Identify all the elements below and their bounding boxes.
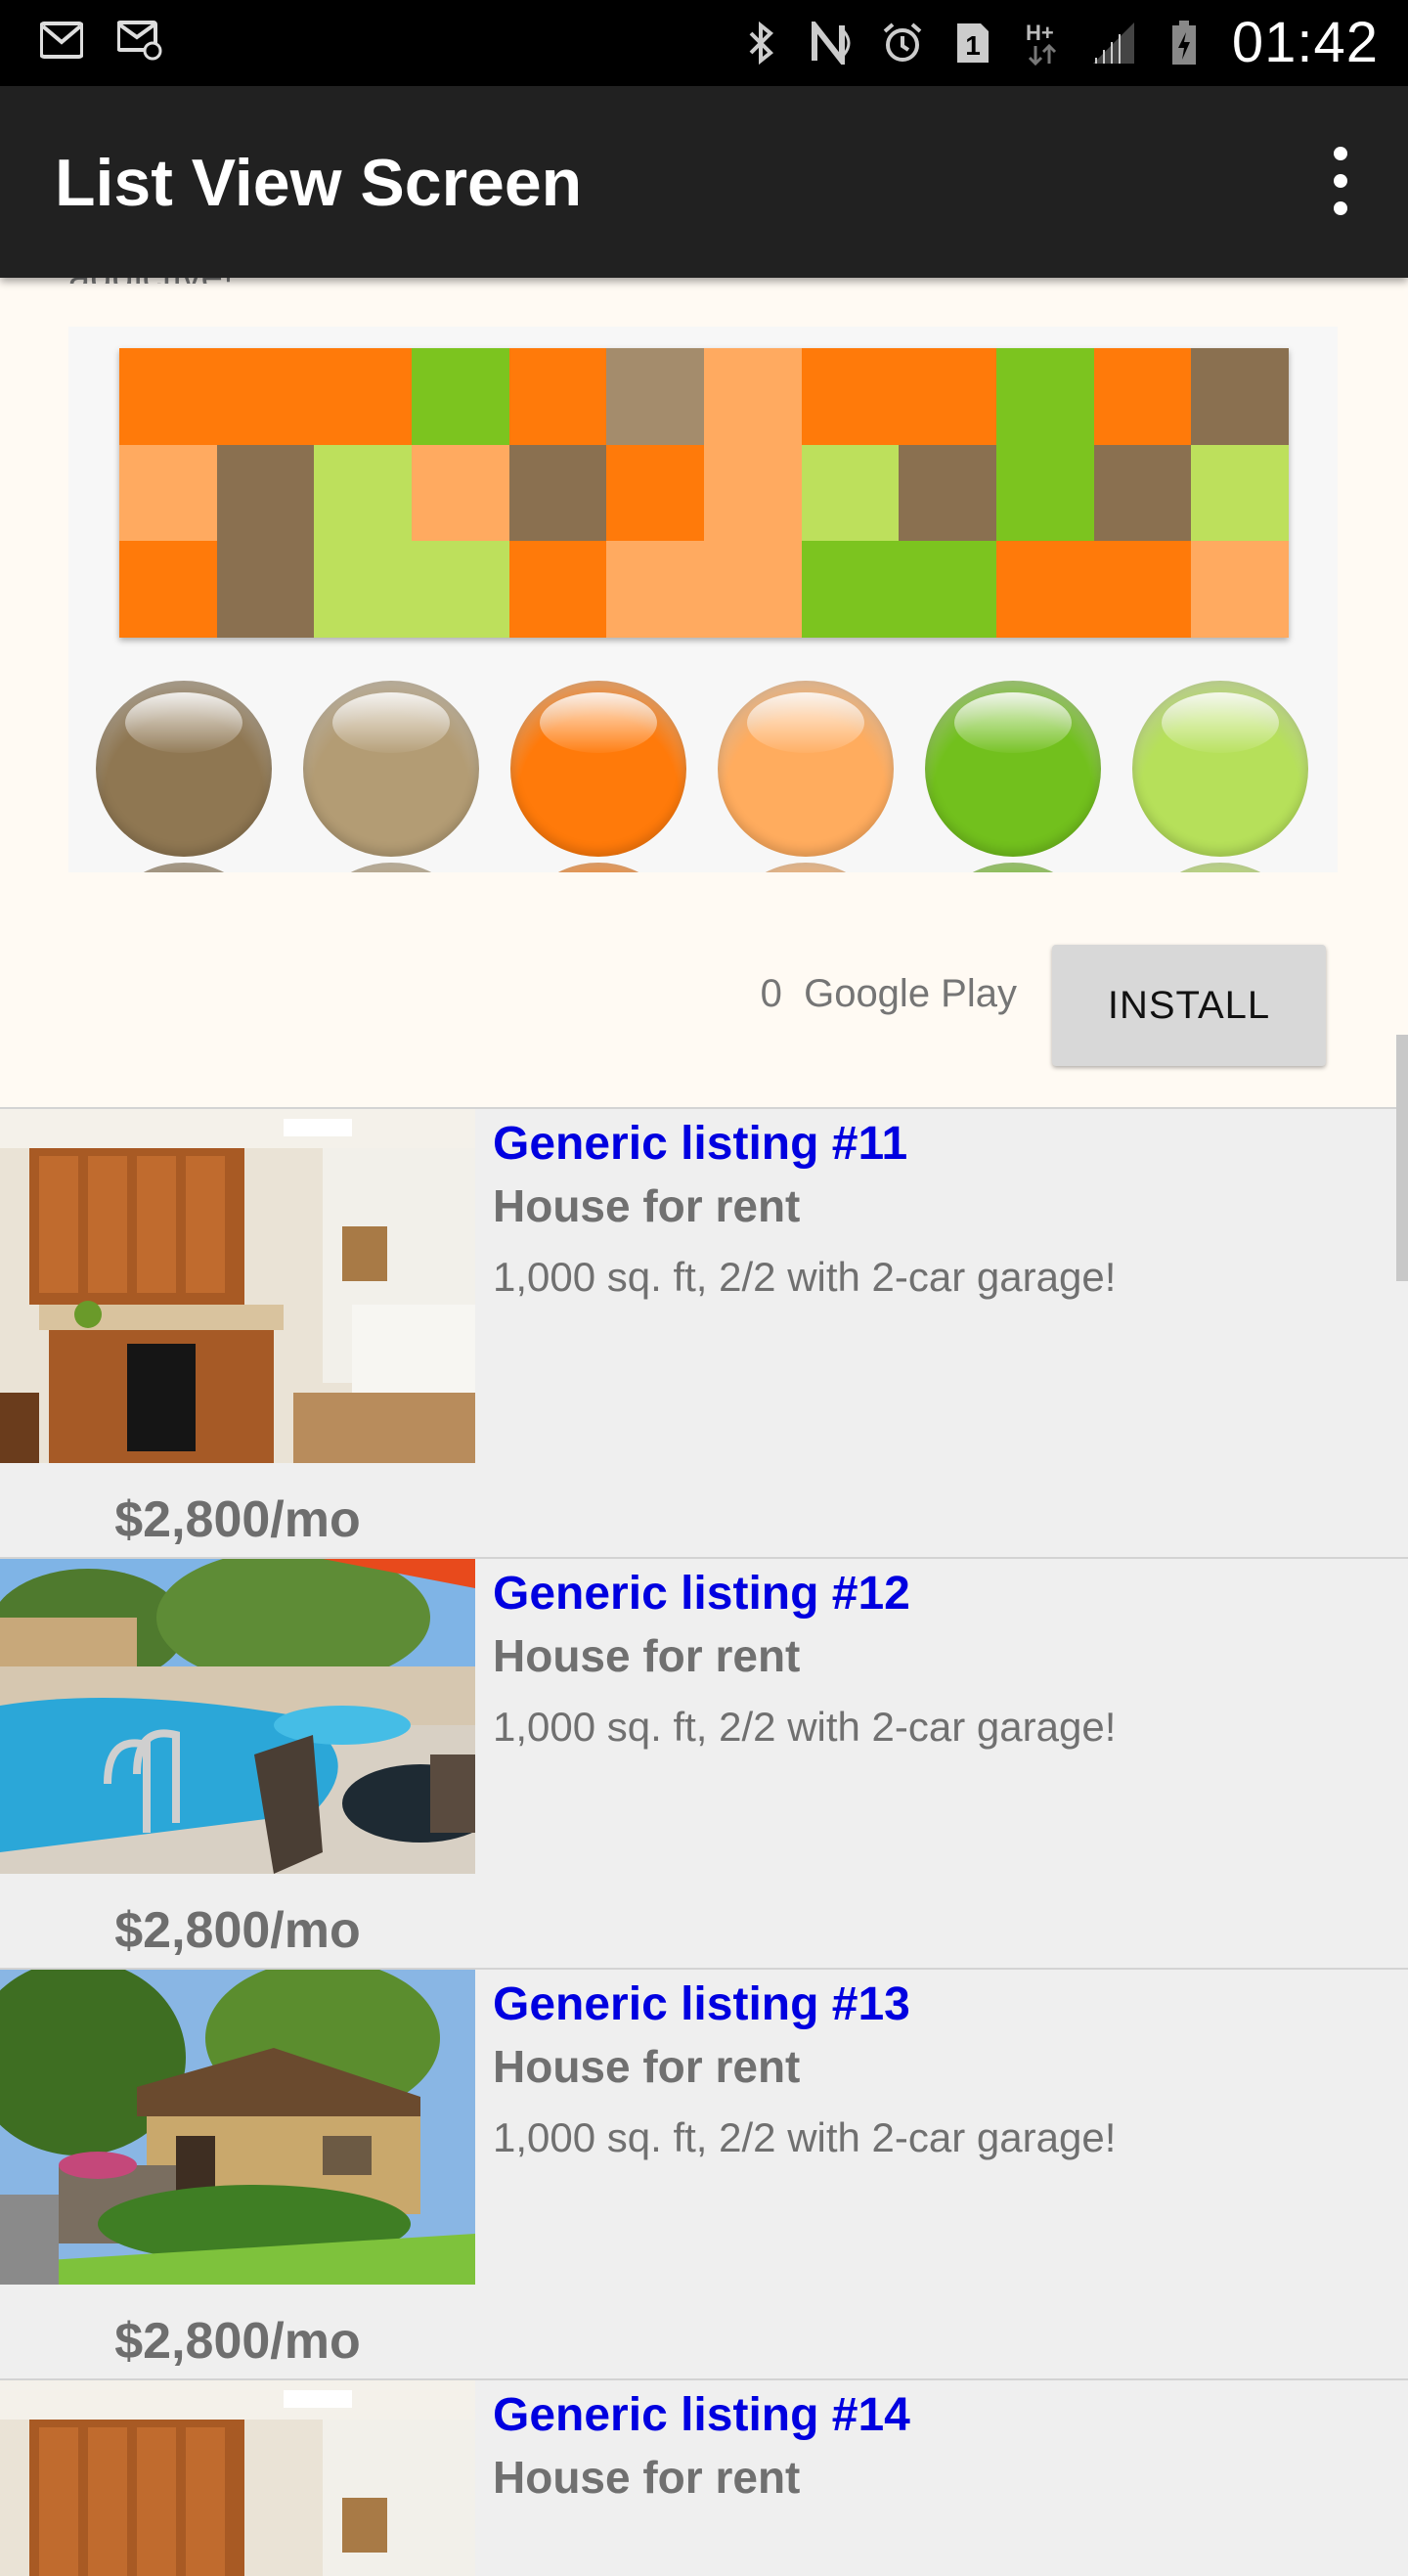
ad-store-name: Google Play: [804, 972, 1017, 1015]
app-bar-title: List View Screen: [55, 146, 583, 220]
mosaic-tile: [606, 444, 704, 542]
listing-title[interactable]: Generic listing #13: [493, 1977, 910, 2031]
listing-description: 1,000 sq. ft, 2/2 with 2-car garage!: [493, 1704, 1117, 1750]
list-item[interactable]: Generic listing #14 House for rent: [0, 2378, 1408, 2576]
mosaic-tile: [508, 541, 607, 638]
color-ball: [1132, 863, 1308, 872]
mosaic-tile: [314, 348, 412, 445]
listing-subtitle: House for rent: [493, 2041, 801, 2092]
mosaic-tile: [1093, 444, 1192, 542]
mosaic-tile: [703, 348, 802, 445]
list-item[interactable]: Generic listing #13 House for rent 1,000…: [0, 1960, 1408, 2378]
ad-rating: 0: [760, 972, 782, 1015]
mosaic-tile: [314, 541, 412, 638]
mosaic-tile: [995, 444, 1094, 542]
listing-subtitle: House for rent: [493, 1180, 801, 1231]
mosaic-tile: [216, 444, 315, 542]
mosaic-tile: [899, 444, 996, 542]
mosaic-tile: [801, 541, 900, 638]
sim1-icon: 1: [950, 21, 995, 66]
mosaic-tile: [899, 541, 996, 638]
mosaic-tile: [801, 348, 900, 445]
app-bar: List View Screen: [0, 86, 1408, 278]
listing-price: $2,800/mo: [114, 2313, 361, 2370]
color-ball: [510, 681, 686, 857]
mosaic-tile: [995, 348, 1094, 445]
status-bar: 1 H+ 01:42: [0, 0, 1408, 86]
list-item[interactable]: Generic listing #12 House for rent 1,000…: [0, 1549, 1408, 1968]
mosaic-tile: [216, 348, 315, 445]
mosaic-tile: [703, 541, 802, 638]
mosaic-tile: [411, 541, 509, 638]
listing-photo-house: [0, 1960, 475, 2285]
listing-subtitle: House for rent: [493, 2452, 801, 2503]
install-button[interactable]: INSTALL: [1052, 945, 1326, 1066]
ad-banner-image[interactable]: [68, 327, 1338, 872]
color-ball: [303, 863, 479, 872]
clock-time: 01:42: [1231, 11, 1379, 74]
nfc-icon: [810, 21, 855, 66]
mosaic-tile: [606, 348, 704, 445]
listing-list: Generic listing #11 House for rent 1,000…: [0, 1107, 1408, 2576]
color-ball: [925, 863, 1101, 872]
listing-title[interactable]: Generic listing #11: [493, 1117, 907, 1171]
color-balls-row: [96, 681, 1318, 866]
mosaic-tile: [314, 444, 412, 542]
color-ball: [96, 681, 272, 857]
listing-description: 1,000 sq. ft, 2/2 with 2-car garage!: [493, 1254, 1117, 1300]
listing-price: $2,800/mo: [114, 1902, 361, 1959]
signal-icon: [1091, 21, 1136, 66]
color-ball: [718, 681, 894, 857]
color-ball: [925, 681, 1101, 857]
hplus-data-icon: H+: [1021, 21, 1066, 66]
color-balls-row-partial: [96, 863, 1318, 872]
mosaic-tile: [411, 444, 509, 542]
mosaic-tile: [899, 348, 996, 445]
listing-description: 1,000 sq. ft, 2/2 with 2-car garage!: [493, 2114, 1117, 2160]
mosaic-tile: [606, 541, 704, 638]
gmail-icon: [39, 18, 84, 63]
svg-text:H+: H+: [1026, 21, 1054, 45]
mosaic-tile: [1093, 541, 1192, 638]
email-icon: [117, 18, 162, 63]
mosaic-tile: [1093, 348, 1192, 445]
mosaic-tile: [216, 541, 315, 638]
listing-photo-pool: [0, 1549, 499, 1874]
ad-store-label: 0 Google Play: [761, 972, 1017, 1016]
mosaic-tile: [508, 348, 607, 445]
mosaic-tile: [801, 444, 900, 542]
mosaic-tile: [119, 348, 217, 445]
listing-price: $2,800/mo: [114, 1491, 361, 1548]
scrollbar-thumb[interactable]: [1396, 1035, 1408, 1281]
listing-subtitle: House for rent: [493, 1630, 801, 1681]
listing-photo-kitchen: [0, 1109, 475, 1463]
color-ball: [510, 863, 686, 872]
color-ball: [718, 863, 894, 872]
alarm-icon: [880, 21, 925, 66]
color-ball: [1132, 681, 1308, 857]
mosaic-tile: [1191, 444, 1289, 542]
color-ball: [303, 681, 479, 857]
mosaic-tile: [119, 541, 217, 638]
svg-text:1: 1: [965, 30, 981, 61]
mosaic-tile: [508, 444, 607, 542]
listing-photo-kitchen: [0, 2380, 475, 2576]
mosaic-tile: [995, 541, 1094, 638]
mosaic-tile: [703, 444, 802, 542]
native-ad[interactable]: addictive! 0 Google Play INSTALL: [0, 255, 1408, 1107]
color-ball: [96, 863, 272, 872]
overflow-menu-icon[interactable]: [1326, 147, 1355, 217]
mosaic-tile: [119, 444, 217, 542]
listing-title[interactable]: Generic listing #12: [493, 1567, 910, 1621]
mosaic-tile: [1191, 348, 1289, 445]
listing-title[interactable]: Generic listing #14: [493, 2388, 910, 2442]
ad-footer: 0 Google Play INSTALL: [0, 929, 1408, 1066]
mosaic-tile: [411, 348, 509, 445]
bluetooth-icon: [739, 21, 784, 66]
color-mosaic: [119, 348, 1289, 638]
battery-charging-icon: [1162, 20, 1207, 66]
list-item[interactable]: Generic listing #11 House for rent 1,000…: [0, 1107, 1408, 1557]
mosaic-tile: [1191, 541, 1289, 638]
